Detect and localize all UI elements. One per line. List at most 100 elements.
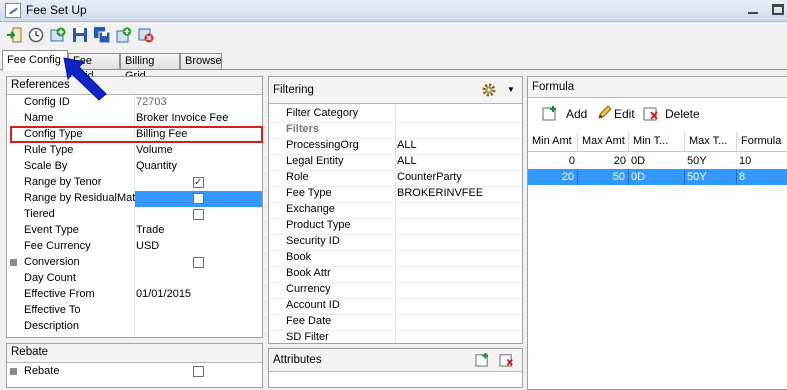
filter-row-legal-entity[interactable]: Legal Entity ALL [269,154,522,171]
filter-label: Product Type [286,219,351,231]
filter-section-label: Filters [286,123,320,135]
add-attribute-icon[interactable] [475,352,490,367]
formula-cell[interactable]: 50Y [685,153,737,169]
column-header-formula[interactable]: Formula [737,132,787,151]
filter-label: Fee Date [286,315,332,327]
new-icon[interactable] [116,27,132,43]
delete-icon[interactable] [138,27,154,43]
save-all-icon[interactable] [94,27,110,43]
add-icon[interactable] [50,27,66,43]
reference-row-name[interactable]: Name Broker Invoice Fee [7,111,262,127]
formula-cell[interactable]: 10 [737,153,787,169]
filter-label: SD Filter [286,331,329,343]
reference-row-range-by-tenor[interactable]: Range by Tenor [7,175,262,191]
reference-checkbox[interactable] [193,209,204,220]
toolbar [0,23,787,49]
clock-icon[interactable] [28,27,44,43]
reference-row-config-id[interactable]: Config ID 72703 [7,95,262,111]
maximize-button[interactable] [772,4,784,15]
reference-row-range-by-residualmat[interactable]: Range by ResidualMat [7,191,262,207]
reference-row-event-type[interactable]: Event Type Trade [7,223,262,239]
reference-value[interactable]: Quantity [136,159,177,174]
pointer-arrow [63,57,107,101]
reference-label: Name [24,112,54,124]
tab-billing-grid[interactable]: Billing Grid [120,53,180,82]
reference-row-day-count[interactable]: Day Count [7,271,262,287]
column-header-max-t[interactable]: Max T... [685,132,737,151]
filter-row-fee-date[interactable]: Fee Date [269,314,522,331]
formula-row[interactable]: 20 50 0D 50Y 8 [528,169,787,185]
add-icon [542,106,556,121]
edit-label: Edit [614,107,635,121]
column-header-min-t[interactable]: Min T... [629,132,685,151]
filter-row-role[interactable]: Role CounterParty [269,170,522,187]
reference-row-fee-currency[interactable]: Fee Currency USD [7,239,262,255]
reference-row-tiered[interactable]: Tiered [7,207,262,223]
filter-label: Legal Entity [286,155,344,167]
filter-row-security-id[interactable]: Security ID [269,234,522,251]
column-header-max-amt[interactable]: Max Amt [578,132,629,151]
gear-icon[interactable] [481,82,497,98]
tab-browse[interactable]: Browse [180,53,222,69]
reference-row-effective-to[interactable]: Effective To [7,303,262,319]
filter-row-processingorg[interactable]: ProcessingOrg ALL [269,138,522,155]
tab-fee-config[interactable]: Fee Config [2,50,68,71]
pencil-icon [598,105,612,119]
filter-row-book-attr[interactable]: Book Attr [269,266,522,283]
reference-value[interactable]: Broker Invoice Fee [136,111,228,126]
expand-icon[interactable] [10,259,17,266]
reference-row-conversion[interactable]: Conversion [7,255,262,271]
filter-row-book[interactable]: Book [269,250,522,267]
expand-icon[interactable] [10,368,17,375]
reference-row-scale-by[interactable]: Scale By Quantity [7,159,262,175]
filter-row-currency[interactable]: Currency [269,282,522,299]
formula-cell[interactable]: 20 [578,153,629,169]
reference-row-effective-from[interactable]: Effective From 01/01/2015 [7,287,262,303]
rebate-label: Rebate [24,365,60,377]
filter-row-product-type[interactable]: Product Type [269,218,522,235]
chevron-down-icon[interactable]: ▼ [507,85,515,94]
reference-value[interactable]: 72703 [136,95,167,110]
reference-checkbox[interactable] [193,175,204,190]
reference-value[interactable]: Trade [136,223,164,238]
reference-row-rule-type[interactable]: Rule Type Volume [7,143,262,159]
formula-grid-header: Min Amt Max Amt Min T... Max T... Formula [528,132,787,152]
formula-cell[interactable]: 0D [629,153,685,169]
column-header-min-amt[interactable]: Min Amt [528,132,578,151]
filter-value[interactable]: CounterParty [397,170,462,185]
delete-attribute-icon[interactable] [499,352,514,367]
filter-row-exchange[interactable]: Exchange [269,202,522,219]
filter-row-sd-filter[interactable]: SD Filter [269,330,522,347]
import-icon[interactable] [6,27,22,43]
delete-label: Delete [665,107,700,121]
formula-cell[interactable]: 8 [737,169,787,185]
filter-value[interactable]: ALL [397,138,417,153]
reference-value[interactable]: USD [136,239,159,254]
filter-row-fee-type[interactable]: Fee Type BROKERINVFEE [269,186,522,203]
filter-row-filter-category[interactable]: Filter Category [269,106,522,123]
filter-row-account-id[interactable]: Account ID [269,298,522,315]
reference-value[interactable]: 01/01/2015 [136,287,191,302]
filter-value[interactable]: ALL [397,154,417,169]
formula-cell[interactable]: 0 [528,153,578,169]
references-panel: References Config ID 72703 Name Broker Invo… [6,76,263,338]
rebate-row[interactable]: Rebate [7,364,262,380]
filter-label: Filter Category [286,107,359,119]
formula-cell[interactable]: 20 [528,169,578,185]
filter-row-filters: Filters [269,122,522,139]
rebate-checkbox[interactable] [193,366,204,377]
reference-value[interactable]: Volume [136,143,173,158]
reference-checkbox[interactable] [193,193,204,204]
reference-label: Range by Tenor [24,176,102,188]
reference-checkbox[interactable] [193,257,204,268]
formula-cell[interactable]: 50 [578,169,629,185]
rebate-header: Rebate [7,344,262,363]
formula-cell[interactable]: 0D [629,169,685,185]
reference-label: Scale By [24,160,68,172]
formula-cell[interactable]: 50Y [685,169,737,185]
save-icon[interactable] [72,27,88,43]
filter-value[interactable]: BROKERINVFEE [397,186,483,201]
minimize-button[interactable] [748,5,760,15]
reference-row-description[interactable]: Description [7,319,262,335]
formula-row[interactable]: 0 20 0D 50Y 10 [528,153,787,169]
